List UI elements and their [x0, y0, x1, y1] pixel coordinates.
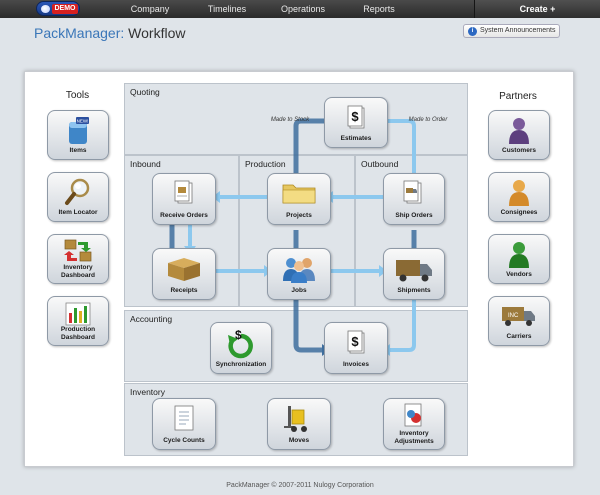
- shipments-tile[interactable]: Shipments: [383, 248, 445, 300]
- receipts-tile[interactable]: Receipts: [152, 248, 216, 300]
- nav-company[interactable]: Company: [120, 0, 180, 18]
- svg-text:INC: INC: [508, 313, 519, 319]
- forklift-icon: [284, 406, 307, 432]
- tool-inventory-dashboard-tile[interactable]: Inventory Dashboard: [47, 234, 109, 284]
- inbound-label: Inbound: [130, 159, 161, 169]
- cycle-counts-tile[interactable]: Cycle Counts: [152, 398, 216, 450]
- partner-customers-label: Customers: [502, 147, 536, 154]
- dollar-document-icon: $: [347, 105, 365, 129]
- made-to-stock-label: Made to Stock: [270, 117, 310, 123]
- production-label: Production: [245, 159, 286, 169]
- inventory-label: Inventory: [130, 387, 165, 397]
- cycle-counts-label: Cycle Counts: [163, 437, 205, 444]
- ship-orders-tile[interactable]: Ship Orders: [383, 173, 445, 225]
- logo-mark-icon: [41, 5, 50, 13]
- shipments-label: Shipments: [397, 287, 431, 294]
- folder-icon: [282, 184, 316, 204]
- jobs-tile[interactable]: Jobs: [267, 248, 331, 300]
- receive-orders-tile[interactable]: Receive Orders: [152, 173, 216, 225]
- footer: PackManager © 2007-2011 Nulogy Corporati…: [226, 482, 374, 489]
- create-button[interactable]: Create +: [474, 0, 600, 18]
- tool-items-tile[interactable]: NEW! Items: [47, 110, 109, 160]
- items-icon: NEW!: [69, 117, 89, 144]
- tool-inventory-dashboard-label: Inventory Dashboard: [61, 264, 95, 279]
- demo-badge: DEMO: [52, 4, 78, 14]
- tool-item-locator-tile[interactable]: Item Locator: [47, 172, 109, 222]
- receipts-label: Receipts: [170, 287, 198, 294]
- tool-item-locator-label: Item Locator: [58, 209, 98, 216]
- inventory-adjustments-tile[interactable]: Inventory Adjustments: [383, 398, 445, 450]
- info-icon: i: [468, 27, 477, 36]
- person-orange-icon: [509, 180, 529, 206]
- partner-consignees-tile[interactable]: Consignees: [488, 172, 550, 222]
- nav-operations[interactable]: Operations: [273, 0, 333, 18]
- partner-customers-tile[interactable]: Customers: [488, 110, 550, 160]
- inventory-adjustments-label: Inventory Adjustments: [394, 430, 434, 445]
- synchronization-tile[interactable]: $ Synchronization: [210, 322, 272, 374]
- tool-production-dashboard-tile[interactable]: Production Dashboard: [47, 296, 109, 346]
- truck-icon: INC: [502, 307, 535, 326]
- accounting-area: Accounting: [124, 310, 468, 382]
- tool-items-label: Items: [69, 147, 87, 154]
- tools-title: Tools: [65, 90, 90, 101]
- projects-tile[interactable]: Projects: [267, 173, 331, 225]
- partner-carriers-tile[interactable]: INC Carriers: [488, 296, 550, 346]
- partner-carriers-label: Carriers: [506, 333, 532, 340]
- delivery-truck-icon: [396, 260, 432, 282]
- magnifier-icon: [65, 178, 90, 205]
- svg-text:$: $: [351, 109, 359, 124]
- receive-orders-label: Receive Orders: [160, 212, 208, 219]
- tool-production-dashboard-label: Production Dashboard: [60, 326, 96, 341]
- adjustment-document-icon: [404, 403, 422, 427]
- moves-tile[interactable]: Moves: [267, 398, 331, 450]
- svg-text:$: $: [351, 334, 359, 349]
- app-name: PackManager:: [34, 25, 125, 41]
- outbound-label: Outbound: [361, 159, 399, 169]
- system-announcements-button[interactable]: i System Announcements: [463, 24, 560, 38]
- order-document-icon: [174, 180, 193, 204]
- projects-label: Projects: [286, 212, 312, 219]
- team-icon: [283, 258, 315, 283]
- sync-icon: $: [228, 328, 253, 359]
- partner-vendors-label: Vendors: [506, 271, 532, 278]
- ship-order-document-icon: [403, 180, 422, 204]
- ship-orders-label: Ship Orders: [395, 212, 433, 219]
- app-logo[interactable]: DEMO: [36, 1, 80, 16]
- svg-text:$: $: [235, 328, 242, 342]
- accounting-label: Accounting: [130, 314, 173, 324]
- nav-reports[interactable]: Reports: [352, 0, 406, 18]
- jobs-label: Jobs: [291, 287, 307, 294]
- top-nav-bar: DEMO Company Timelines Operations Report…: [0, 0, 600, 18]
- checklist-icon: [174, 405, 194, 431]
- partner-consignees-label: Consignees: [500, 209, 538, 216]
- inventory-dashboard-icon: [64, 239, 92, 262]
- invoices-label: Invoices: [342, 361, 369, 368]
- moves-label: Moves: [288, 437, 310, 444]
- person-green-icon: [509, 242, 529, 268]
- partner-vendors-tile[interactable]: Vendors: [488, 234, 550, 284]
- invoice-document-icon: $: [347, 330, 365, 354]
- invoices-tile[interactable]: $ Invoices: [324, 322, 388, 374]
- synchronization-label: Synchronization: [215, 361, 267, 368]
- svg-text:NEW!: NEW!: [77, 119, 89, 124]
- estimates-tile[interactable]: $ Estimates: [324, 97, 388, 148]
- nav-timelines[interactable]: Timelines: [196, 0, 258, 18]
- estimates-label: Estimates: [340, 135, 372, 142]
- page-title: PackManager: Workflow: [34, 25, 185, 41]
- quoting-label: Quoting: [130, 87, 160, 97]
- box-icon: [168, 258, 200, 281]
- system-announcements-label: System Announcements: [480, 27, 556, 34]
- person-purple-icon: [509, 118, 529, 144]
- page-name: Workflow: [128, 25, 186, 41]
- bar-chart-icon: [65, 302, 91, 326]
- made-to-order-label: Made to Order: [408, 117, 448, 123]
- partners-title: Partners: [499, 91, 537, 102]
